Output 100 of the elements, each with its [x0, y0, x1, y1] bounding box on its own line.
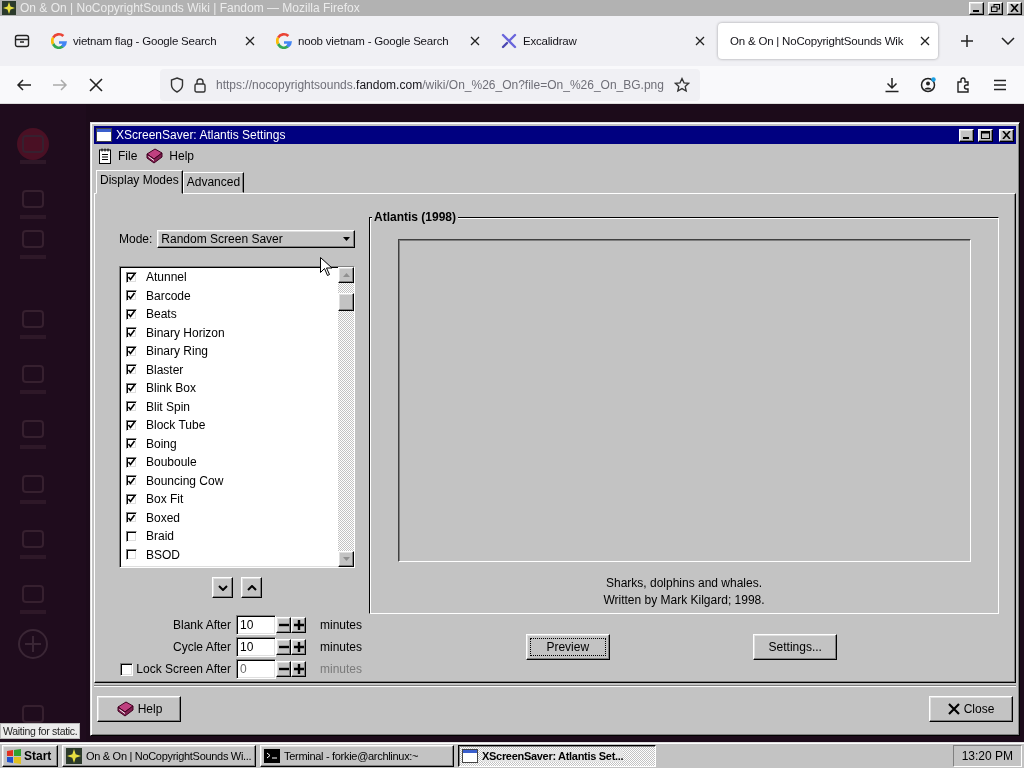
checkbox[interactable] [126, 438, 137, 450]
minimize-button[interactable] [959, 128, 974, 142]
description-text: Sharks, dolphins and whales. [605, 576, 763, 590]
screensaver-name[interactable]: Atunnel [146, 270, 187, 285]
scrollbar[interactable] [338, 267, 354, 567]
window-icon [96, 128, 112, 142]
increment-button[interactable] [291, 661, 306, 677]
screensaver-name[interactable]: Bouboule [146, 455, 197, 470]
restore-icon [991, 4, 1000, 12]
screensaver-name[interactable]: Braid [146, 529, 174, 544]
decrement-button[interactable] [276, 639, 291, 655]
scroll-thumb[interactable] [338, 293, 354, 311]
browser-tab[interactable]: noob vietnam - Google Search [268, 23, 488, 59]
close-icon[interactable] [695, 36, 705, 46]
screensaver-name[interactable]: BSOD [146, 547, 180, 562]
menu-item[interactable]: Help [145, 148, 195, 164]
restore-button[interactable] [988, 1, 1003, 15]
screensaver-name[interactable]: Blink Box [146, 381, 197, 396]
taskbar-button[interactable]: On & On | NoCopyrightSounds Wi... [62, 744, 256, 767]
firefox-icon [66, 747, 82, 764]
start-button[interactable]: Start [2, 744, 58, 767]
close-icon[interactable] [245, 36, 255, 46]
plus-icon [960, 34, 974, 48]
close-icon [1002, 131, 1011, 139]
window-title: On & On | NoCopyrightSounds Wiki | Fandom — Mozilla Firefox [20, 1, 361, 15]
screensaver-name[interactable]: Binary Ring [146, 344, 209, 359]
plus-icon [293, 642, 304, 652]
number-field[interactable]: 10 [236, 615, 276, 635]
url-text: https://nocopyrightsounds.fandom.com/wiki/On_%26_On?file=On_%26_On_BG.png [216, 77, 664, 92]
browser-tab[interactable]: vietnam flag - Google Search [43, 23, 263, 59]
checkbox[interactable] [126, 475, 137, 487]
checkbox[interactable] [126, 382, 137, 394]
screensaver-name[interactable]: Barcode [146, 288, 191, 303]
lock-label[interactable]: Lock Screen After [136, 662, 231, 676]
screensaver-name[interactable]: Boing [146, 436, 177, 451]
taskbar-button[interactable]: Terminal - forkie@archlinux:~ [260, 744, 454, 767]
increment-button[interactable] [291, 617, 306, 633]
preview-button[interactable]: Preview [525, 634, 610, 660]
cross-icon [88, 76, 104, 93]
close-icon [1010, 4, 1019, 12]
screensaver-name[interactable]: Boxed [146, 510, 181, 525]
close-button[interactable] [1007, 1, 1022, 15]
screensaver-name[interactable]: Binary Horizon [146, 325, 225, 340]
settings-button[interactable]: Settings... [753, 634, 838, 660]
checkbox[interactable] [126, 308, 137, 320]
download-icon [884, 76, 900, 93]
timer-label: Cycle After [171, 640, 231, 654]
checkbox[interactable] [126, 493, 137, 505]
timer-label: Blank After [171, 618, 231, 632]
move-up-button[interactable] [241, 577, 262, 598]
number-field[interactable]: 0 [236, 659, 276, 679]
checkbox[interactable] [126, 271, 137, 283]
screensaver-name[interactable]: Box Fit [146, 492, 184, 507]
unit-label: minutes [320, 662, 363, 676]
dialog-tab[interactable]: Display Modes [96, 170, 183, 194]
increment-button[interactable] [291, 639, 306, 655]
taskbar-button[interactable]: XScreenSaver: Atlantis Set... [458, 744, 656, 767]
browser-tab[interactable]: Excalidraw [493, 23, 713, 59]
decrement-button[interactable] [276, 661, 291, 677]
tray-icon [14, 33, 30, 49]
screensaver-name[interactable]: Blaster [146, 362, 184, 377]
shield-icon[interactable] [170, 76, 184, 93]
checkbox[interactable] [126, 290, 137, 302]
checkbox[interactable] [120, 662, 133, 676]
number-field[interactable]: 10 [236, 637, 276, 657]
checkbox[interactable] [126, 364, 137, 376]
screensaver-name[interactable]: Blit Spin [146, 399, 191, 414]
screensaver-name[interactable]: Bouncing Cow [146, 473, 224, 488]
account-icon [920, 76, 936, 93]
browser-tab[interactable]: On & On | NoCopyrightSounds Wik [718, 23, 938, 59]
checkbox[interactable] [126, 419, 137, 431]
unit-label: minutes [320, 640, 363, 654]
lock-icon[interactable] [194, 76, 206, 93]
close-button[interactable]: Close [929, 696, 1013, 722]
minimize-button[interactable] [969, 1, 984, 15]
help-button[interactable]: Help [97, 696, 181, 722]
checkbox[interactable] [126, 345, 137, 357]
windows-logo-icon [6, 747, 22, 764]
close-button[interactable] [999, 128, 1014, 142]
maximize-button[interactable] [978, 128, 993, 142]
menu-item[interactable]: File [98, 148, 138, 164]
checkbox[interactable] [126, 456, 137, 468]
screensaver-name[interactable]: Block Tube [146, 418, 206, 433]
checkbox[interactable] [126, 530, 137, 542]
mode-dropdown[interactable]: Random Screen Saver [157, 230, 355, 248]
firefox-icon[interactable] [2, 1, 16, 15]
checkbox[interactable] [126, 512, 137, 524]
checkbox[interactable] [126, 549, 137, 561]
checkbox[interactable] [126, 401, 137, 413]
screensaver-name[interactable]: Beats [146, 307, 177, 322]
close-icon[interactable] [920, 36, 930, 46]
star-icon[interactable] [673, 76, 690, 93]
address-bar[interactable]: https://nocopyrightsounds.fandom.com/wiki/On_%26_On?file=On_%26_On_BG.png [160, 68, 700, 101]
decrement-button[interactable] [276, 617, 291, 633]
dialog-title: XScreenSaver: Atlantis Settings [116, 128, 287, 142]
dialog-tab[interactable]: Advanced [182, 172, 245, 193]
move-down-button[interactable] [212, 577, 233, 598]
mode-label: Mode: [119, 232, 153, 246]
checkbox[interactable] [126, 327, 137, 339]
close-icon[interactable] [470, 36, 480, 46]
